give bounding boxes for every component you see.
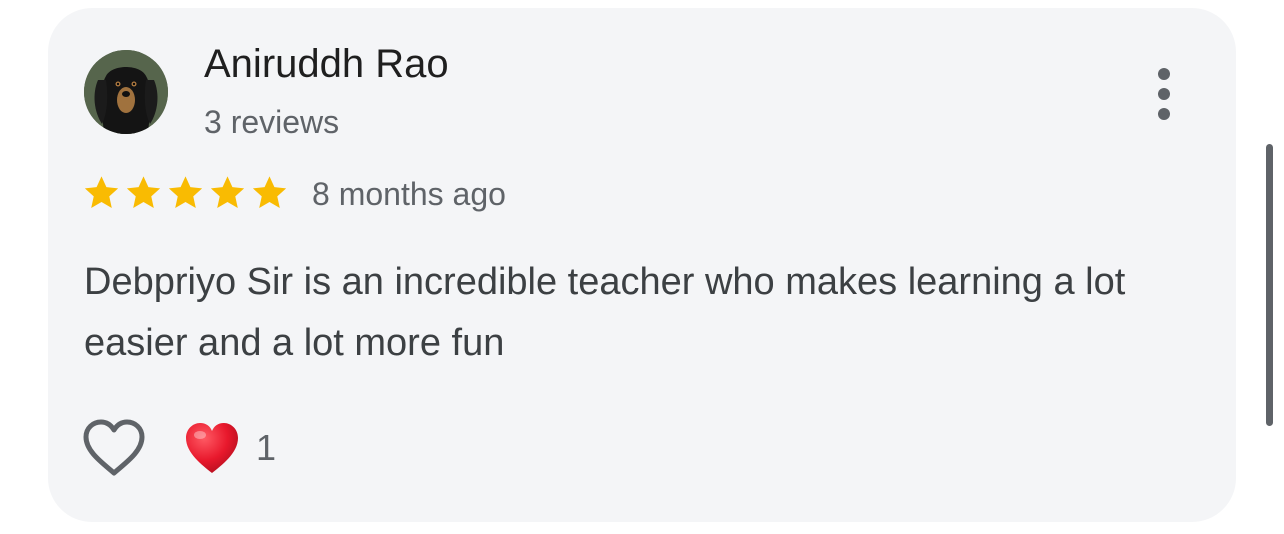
- star-icon: [124, 174, 163, 214]
- review-text: Debpriyo Sir is an incredible teacher wh…: [84, 261, 1126, 364]
- star-icon: [166, 174, 205, 214]
- review-date: 8 months ago: [312, 176, 506, 212]
- like-button[interactable]: [82, 418, 146, 478]
- reaction-count: 1: [256, 427, 277, 468]
- author-name[interactable]: Aniruddh Rao: [204, 42, 449, 87]
- page: Aniruddh Rao 3 reviews 8 months ago Debp…: [0, 0, 1284, 534]
- heart-outline-icon: [83, 419, 145, 476]
- review-card: Aniruddh Rao 3 reviews 8 months ago Debp…: [48, 8, 1236, 522]
- star-icon: [250, 174, 289, 214]
- reaction-summary[interactable]: 1: [184, 418, 276, 478]
- star-icon: [82, 174, 121, 214]
- scrollbar[interactable]: [1266, 144, 1273, 426]
- menu-dot: [1158, 68, 1170, 80]
- red-heart-icon: [186, 423, 238, 473]
- menu-dot: [1158, 88, 1170, 100]
- more-options-button[interactable]: [1144, 62, 1184, 126]
- dog-avatar-icon: [84, 50, 168, 134]
- menu-dot: [1158, 108, 1170, 120]
- author-review-count: 3 reviews: [204, 104, 340, 140]
- star-rating: [82, 174, 289, 214]
- star-icon: [208, 174, 247, 214]
- author-avatar[interactable]: [84, 50, 168, 134]
